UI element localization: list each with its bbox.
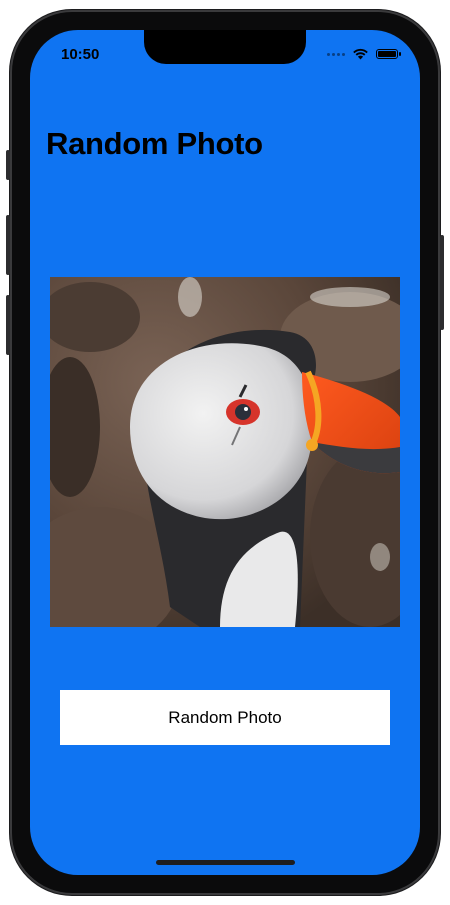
volume-up-button [6,215,10,275]
status-time: 10:50 [61,46,100,63]
puffin-photo [50,277,400,627]
page-title: Random Photo [46,126,263,161]
random-photo-image [50,277,400,627]
app-screen: 10:50 Random Photo Random Photo [30,30,420,875]
volume-down-button [6,295,10,355]
signal-dots-icon [327,52,345,56]
status-icons [327,48,401,60]
power-button [440,235,444,330]
battery-icon [376,49,401,59]
notch [144,30,306,64]
silent-switch [6,150,10,180]
wifi-icon [353,48,368,60]
home-indicator[interactable] [156,860,295,865]
random-photo-button[interactable]: Random Photo [60,690,390,745]
